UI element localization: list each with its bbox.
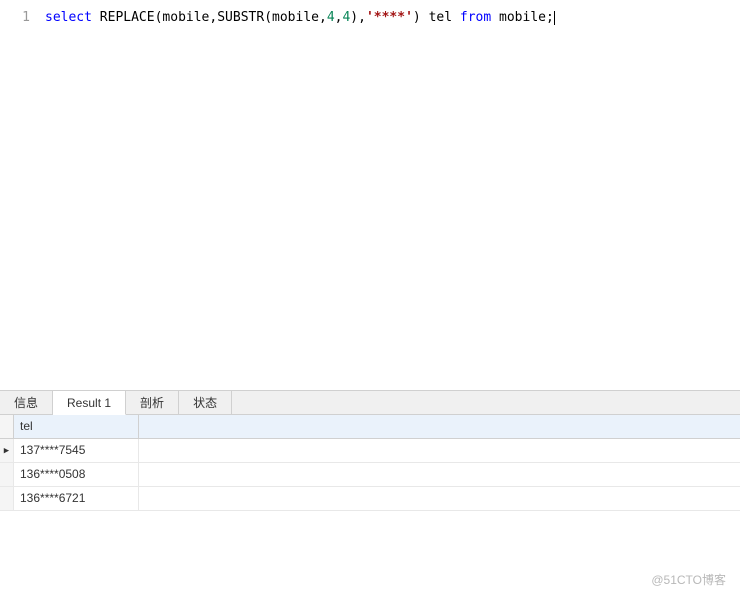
table-row[interactable]: 136****0508 [0, 463, 740, 487]
row-indicator [0, 463, 14, 486]
row-indicator [0, 487, 14, 510]
tab-profile[interactable]: 剖析 [126, 391, 179, 414]
fn-substr: SUBSTR [217, 10, 264, 25]
table-row[interactable]: 136****6721 [0, 487, 740, 511]
ident-table: mobile; [491, 10, 554, 25]
tab-info[interactable]: 信息 [0, 391, 53, 414]
row-indicator-icon: ▶ [0, 439, 14, 462]
tab-result-1[interactable]: Result 1 [53, 391, 126, 415]
line-number: 1 [0, 8, 30, 28]
comma: , [358, 10, 366, 25]
comma: , [319, 10, 327, 25]
table-row[interactable]: ▶ 137****7545 [0, 439, 740, 463]
tab-status[interactable]: 状态 [179, 391, 232, 414]
watermark: @51CTO博客 [651, 571, 726, 588]
paren-close: ) [413, 10, 421, 25]
result-grid[interactable]: tel ▶ 137****7545 136****0508 136****672… [0, 415, 740, 511]
fn-replace: REPLACE [92, 10, 155, 25]
code-content[interactable]: select REPLACE(mobile,SUBSTR(mobile,4,4)… [45, 8, 555, 390]
ident-mobile: mobile [162, 10, 209, 25]
keyword-select: select [45, 10, 92, 25]
cell-tel[interactable]: 136****0508 [14, 463, 139, 486]
ident-mobile: mobile [272, 10, 319, 25]
cell-tel[interactable]: 137****7545 [14, 439, 139, 462]
paren-close: ) [350, 10, 358, 25]
grid-header: tel [0, 415, 740, 439]
line-gutter: 1 [0, 8, 45, 390]
sql-editor[interactable]: 1 select REPLACE(mobile,SUBSTR(mobile,4,… [0, 0, 740, 390]
paren: ( [264, 10, 272, 25]
string-stars: '****' [366, 10, 413, 25]
header-indicator [0, 415, 14, 438]
alias-tel: tel [421, 10, 460, 25]
result-tabs: 信息 Result 1 剖析 状态 [0, 391, 740, 415]
results-panel: 信息 Result 1 剖析 状态 tel ▶ 137****7545 136*… [0, 390, 740, 511]
num-4: 4 [327, 10, 335, 25]
cell-tel[interactable]: 136****6721 [14, 487, 139, 510]
text-cursor [554, 11, 555, 25]
column-header-tel[interactable]: tel [14, 415, 139, 438]
code-line-1[interactable]: select REPLACE(mobile,SUBSTR(mobile,4,4)… [45, 8, 555, 28]
keyword-from: from [460, 10, 491, 25]
